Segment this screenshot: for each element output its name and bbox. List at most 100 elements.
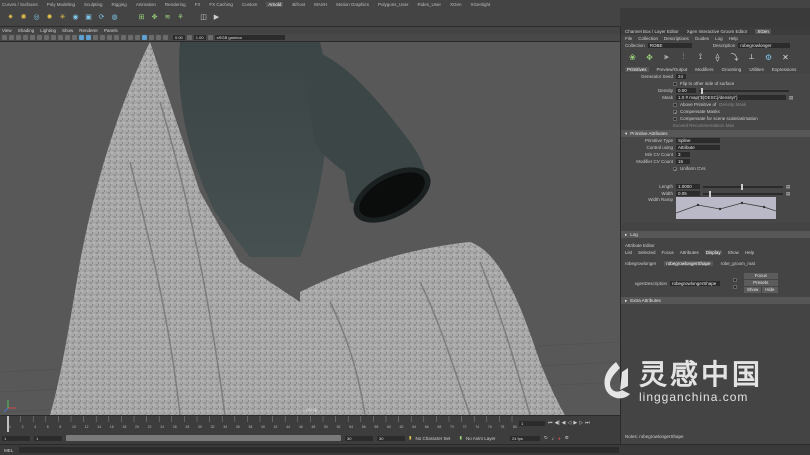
- xray-icon[interactable]: [149, 35, 154, 40]
- shelf-tab-animation[interactable]: Animation: [136, 2, 156, 7]
- lights-icon[interactable]: [100, 35, 105, 40]
- play-backward-icon[interactable]: ◁: [568, 420, 572, 426]
- viewport-menu-renderer[interactable]: Renderer: [79, 28, 98, 33]
- viewport-menu-show[interactable]: Show: [62, 28, 73, 33]
- go-to-end-icon[interactable]: ⏭: [585, 420, 590, 426]
- shelf-tab-fx[interactable]: FX: [195, 2, 201, 7]
- control-using-select[interactable]: Attribute: [676, 145, 720, 150]
- presets-button[interactable]: Presets: [744, 280, 778, 286]
- ae-menu-selected[interactable]: Selected: [638, 250, 656, 255]
- motion-blur-icon[interactable]: [121, 35, 126, 40]
- xray-components-icon[interactable]: [163, 35, 168, 40]
- shelf-tab-rigging[interactable]: Rigging: [112, 2, 127, 7]
- step-forward-icon[interactable]: ▷: [579, 420, 583, 426]
- extra-attributes-header[interactable]: ▸ Extra Attributes: [621, 297, 810, 304]
- xgen-menu-log[interactable]: Log: [715, 36, 723, 41]
- ae-menu-focus[interactable]: Focus: [662, 250, 674, 255]
- tab-node-transform[interactable]: robegrowlonger: [625, 261, 656, 266]
- render-view-icon[interactable]: ▣: [84, 13, 93, 22]
- focus-button[interactable]: Focus: [744, 273, 778, 279]
- log-header[interactable]: ▸ Log: [621, 231, 810, 238]
- guide-bend-icon[interactable]: ⤵: [729, 52, 740, 63]
- current-frame-field[interactable]: 1: [519, 421, 545, 426]
- tab-channel-box[interactable]: Channel Box / Layer Editor: [625, 29, 679, 34]
- hide-button[interactable]: Hide: [762, 287, 778, 293]
- camera-attributes-icon[interactable]: [16, 35, 21, 40]
- mask-expression-field[interactable]: 1.0 # map('${DESC}/density/'): [676, 95, 786, 100]
- shelf-tab-curves-surfaces[interactable]: Curves / Surfaces: [2, 2, 38, 7]
- color-management-icon[interactable]: [207, 35, 213, 40]
- sculpt-guides-icon[interactable]: ⫶: [678, 52, 689, 63]
- fps-select[interactable]: 24 fps: [509, 435, 540, 441]
- width-field[interactable]: 0.05: [676, 191, 700, 196]
- preview-icon[interactable]: ⚙: [763, 52, 774, 63]
- viewport-menu-lighting[interactable]: Lighting: [40, 28, 56, 33]
- xgen-menu-collection[interactable]: Collection: [638, 36, 658, 41]
- textured-icon[interactable]: [93, 35, 98, 40]
- focus-node-icon[interactable]: [733, 277, 737, 282]
- grid-icon[interactable]: [37, 35, 42, 40]
- physical-sky-icon[interactable]: ◉: [71, 13, 80, 22]
- flush-cache-icon[interactable]: ⟳: [97, 13, 106, 22]
- anim-layer-select[interactable]: No Anim Layer: [466, 436, 506, 441]
- exposure-field[interactable]: 0.00: [173, 35, 185, 40]
- shelf-tab-fx-caching[interactable]: FX Caching: [209, 2, 233, 7]
- ipr-icon[interactable]: ◍: [110, 13, 119, 22]
- xgen-menu-guides[interactable]: Guides: [695, 36, 709, 41]
- ambient-occlusion-icon[interactable]: [114, 35, 119, 40]
- select-camera-icon[interactable]: [2, 35, 7, 40]
- ae-menu-help[interactable]: Help: [745, 250, 754, 255]
- image-plane-icon[interactable]: [30, 35, 35, 40]
- xray-joints-icon[interactable]: [156, 35, 161, 40]
- playback-end-field[interactable]: 30: [345, 435, 373, 441]
- collection-select[interactable]: ROBE: [647, 43, 692, 48]
- width-slider[interactable]: [703, 190, 783, 197]
- xgen-menu-descriptions[interactable]: Descriptions: [664, 36, 689, 41]
- viewport-menu-shading[interactable]: Shading: [18, 28, 35, 33]
- shelf-tab-xgen[interactable]: XGen: [450, 2, 462, 7]
- mesh-light-icon[interactable]: ◎: [32, 13, 41, 22]
- primitives-scroll[interactable]: Generator Seed 24 Flip to other side of …: [621, 73, 810, 183]
- clear-preview-icon[interactable]: ✕: [780, 52, 791, 63]
- tab-expressions[interactable]: Expressions: [772, 67, 797, 72]
- cv-count-field[interactable]: 3: [676, 152, 690, 157]
- step-back-key-icon[interactable]: ◀|: [555, 420, 560, 426]
- xgen-guide-icon[interactable]: ≋: [163, 13, 172, 22]
- xgen-menu-file[interactable]: File: [625, 36, 632, 41]
- playblast-icon[interactable]: ▶: [212, 13, 221, 22]
- density-slider[interactable]: [699, 87, 789, 94]
- area-light-icon[interactable]: ✺: [19, 13, 28, 22]
- viewport-menu-panels[interactable]: Panels: [104, 28, 118, 33]
- preset-node-icon[interactable]: [733, 284, 737, 289]
- isolate-select-icon[interactable]: [142, 35, 147, 40]
- shelf-tab-polygons-user[interactable]: Polygons_User: [378, 2, 409, 7]
- length-slider[interactable]: [703, 183, 783, 190]
- tab-node-shape[interactable]: robegrowlongerShape: [664, 260, 713, 266]
- length-expression-icon[interactable]: ▤: [786, 184, 790, 190]
- shelf-tab-custom[interactable]: Custom: [242, 2, 258, 7]
- shelf-tab-mash[interactable]: MASH: [314, 2, 327, 7]
- gamma-icon[interactable]: [186, 35, 192, 40]
- wireframe-icon[interactable]: [79, 35, 84, 40]
- resolution-gate-icon[interactable]: [51, 35, 56, 40]
- go-to-start-icon[interactable]: ⏮: [548, 420, 553, 426]
- play-forward-icon[interactable]: ▶: [573, 420, 577, 426]
- tab-modifiers[interactable]: Modifiers: [695, 67, 713, 72]
- tab-xgen-interactive-groom[interactable]: Xgen Interactive Groom Editor: [687, 29, 748, 34]
- shelf-tab-rides-user[interactable]: Rides_User: [417, 2, 441, 7]
- auto-key-icon[interactable]: ●: [558, 436, 561, 441]
- length-field[interactable]: 1.0000: [676, 184, 700, 189]
- generator-seed-field[interactable]: 24: [676, 74, 686, 79]
- character-set-icon[interactable]: ▮: [409, 435, 411, 441]
- ae-menu-display[interactable]: Display: [704, 250, 722, 255]
- tab-node-material[interactable]: robe_groom_mat: [721, 261, 755, 266]
- shelf-tab-bifrost[interactable]: Bifrost: [292, 2, 305, 7]
- create-description-icon[interactable]: ❀: [627, 52, 638, 63]
- uniform-checkbox[interactable]: ✓: [673, 166, 677, 171]
- shelf-tab-rendering[interactable]: Rendering: [165, 2, 186, 7]
- lock-camera-icon[interactable]: [9, 35, 14, 40]
- light-portal-icon[interactable]: ✳: [58, 13, 67, 22]
- guide-length-icon[interactable]: ⟂: [746, 52, 757, 63]
- ae-menu-show[interactable]: Show: [728, 250, 739, 255]
- tab-preview-output[interactable]: Preview/Output: [657, 67, 688, 72]
